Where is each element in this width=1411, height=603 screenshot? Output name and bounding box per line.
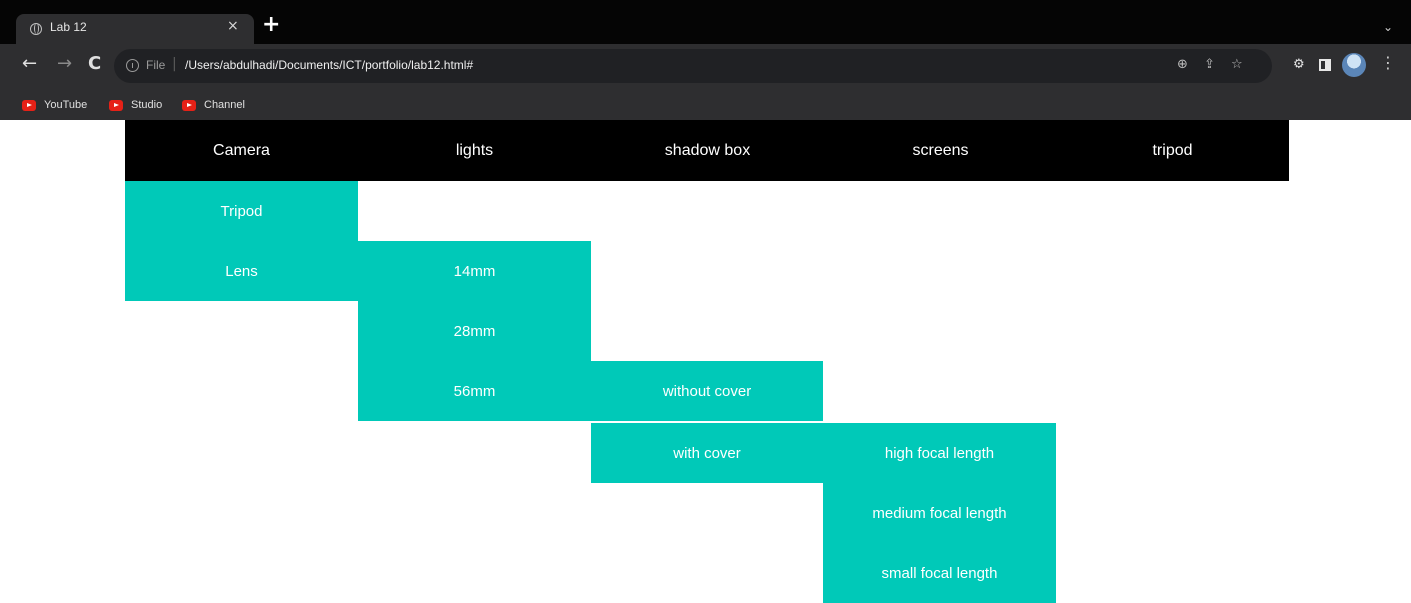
back-button[interactable]: ← [22,55,37,73]
nav-item-screens[interactable]: screens [824,120,1057,181]
dropdown-item-without-cover[interactable]: without cover [591,361,823,421]
dropdown-item-high-focal-length[interactable]: high focal length [823,423,1056,483]
nav-item-lights[interactable]: lights [358,120,591,181]
youtube-icon [182,100,196,111]
info-icon[interactable] [126,59,139,72]
bookmark-label: Channel [204,99,245,111]
profile-avatar[interactable] [1342,53,1366,77]
bookmark-star-icon[interactable]: ☆ [1231,57,1243,73]
dropdown-item-14mm[interactable]: 14mm [358,241,591,301]
dropdown-item-lens[interactable]: Lens [125,241,358,301]
zoom-icon[interactable]: ⊕ [1177,57,1188,73]
bookmark-label: YouTube [44,99,88,111]
youtube-icon [109,100,123,111]
reload-button[interactable]: C [88,55,101,73]
tab-title: Lab 12 [50,20,87,34]
forward-button[interactable]: → [57,55,72,73]
dropdown-item-with-cover[interactable]: with cover [591,423,823,483]
dropdown-item-tripod[interactable]: Tripod [125,181,358,241]
dropdown-item-56mm[interactable]: 56mm [358,361,591,421]
new-tab-button[interactable]: + [262,14,280,36]
dropdown-item-28mm[interactable]: 28mm [358,301,591,361]
nav-item-camera[interactable]: Camera [125,120,358,181]
url-separator: | [172,56,177,72]
extensions-icon[interactable]: ⚙ [1293,57,1305,73]
tab-lab-12[interactable]: Lab 12 × [16,14,254,44]
dropdown-item-small-focal-length[interactable]: small focal length [823,543,1056,603]
file-scheme-label: File [146,58,166,72]
nav-item-shadow-box[interactable]: shadow box [591,120,824,181]
youtube-icon [22,100,36,111]
main-nav: Camera lights shadow box screens tripod [125,120,1289,181]
share-icon[interactable]: ⇪ [1204,57,1215,73]
bookmark-label: Studio [131,99,163,111]
browser-toolbar: ← → C File | /Users/abdulhadi/Documents/… [0,44,1411,92]
globe-icon [30,23,42,35]
tab-search-button[interactable]: ⌄ [1383,20,1393,34]
tab-strip: Lab 12 × + ⌄ [0,0,1411,44]
address-bar[interactable]: File | /Users/abdulhadi/Documents/ICT/po… [114,49,1272,83]
nav-item-tripod[interactable]: tripod [1056,120,1289,181]
close-tab-button[interactable]: × [227,18,239,34]
browser-menu-icon[interactable]: ⋮ [1380,55,1396,71]
bookmarks-bar: YouTube Studio Channel [0,92,1411,120]
url-text[interactable]: /Users/abdulhadi/Documents/ICT/portfolio… [185,58,473,72]
side-panel-icon[interactable] [1319,59,1331,71]
dropdown-item-medium-focal-length[interactable]: medium focal length [823,483,1056,543]
